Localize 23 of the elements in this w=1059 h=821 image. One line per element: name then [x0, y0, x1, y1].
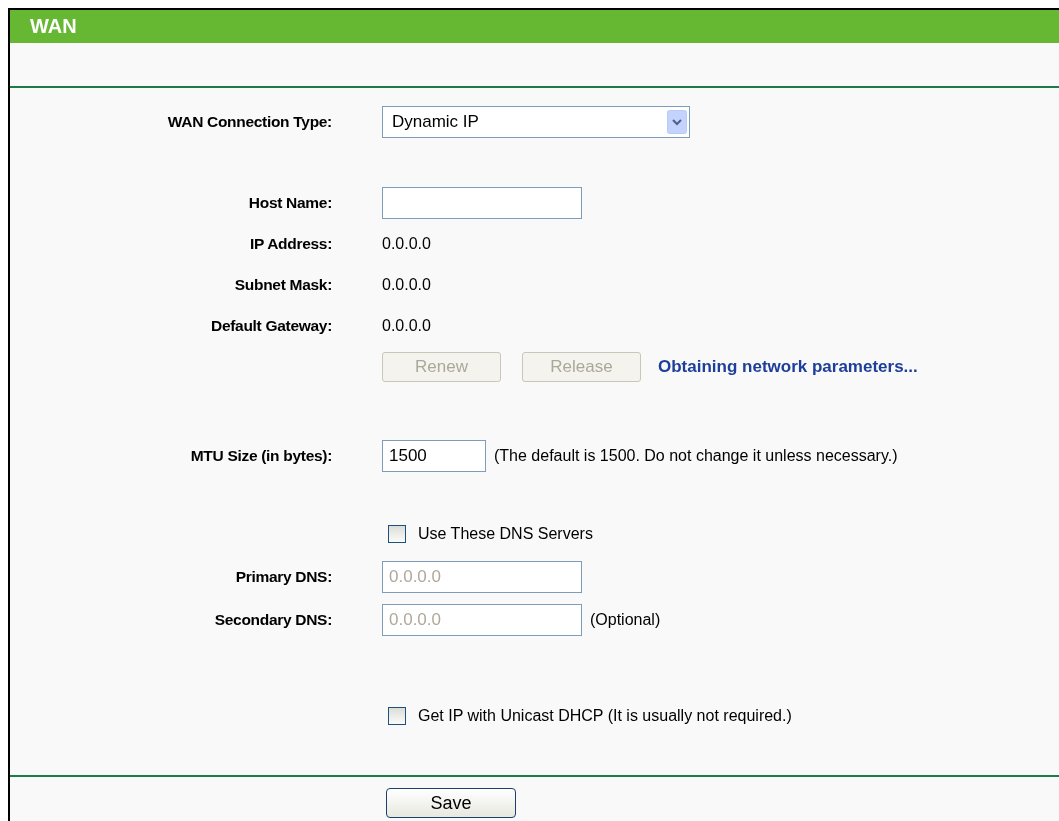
checkbox-label: Use These DNS Servers	[418, 523, 593, 544]
field-label: Default Gateway:	[211, 316, 332, 334]
field-label: Host Name:	[248, 193, 332, 211]
connection-type-dropdown[interactable]: Dynamic IP	[382, 105, 690, 138]
field-label: Primary DNS:	[235, 567, 332, 585]
field-value: 0.0.0.0	[382, 315, 431, 336]
field-label: WAN Connection Type:	[167, 112, 332, 130]
hint-text: (The default is 1500. Do not change it unless necessary.)	[494, 445, 898, 466]
field-value: 0.0.0.0	[382, 233, 431, 254]
section-header: WAN	[10, 10, 1059, 43]
save-button[interactable]: Save	[386, 788, 516, 818]
field-label: Secondary DNS:	[214, 610, 332, 628]
checkbox[interactable]	[388, 706, 406, 725]
status-text: Obtaining network parameters...	[658, 355, 918, 378]
field-label: Subnet Mask:	[234, 275, 332, 293]
checkbox-label: Get IP with Unicast DHCP (It is usually not required.)	[418, 705, 792, 726]
field-value: 0.0.0.0	[382, 274, 431, 295]
hint-text: (Optional)	[590, 609, 661, 630]
checkbox[interactable]	[388, 524, 406, 543]
field-label: MTU Size (in bytes):	[190, 446, 332, 464]
input-field[interactable]: 1500	[382, 439, 486, 472]
field-label: IP Address:	[250, 234, 332, 252]
input-field[interactable]	[382, 186, 582, 219]
